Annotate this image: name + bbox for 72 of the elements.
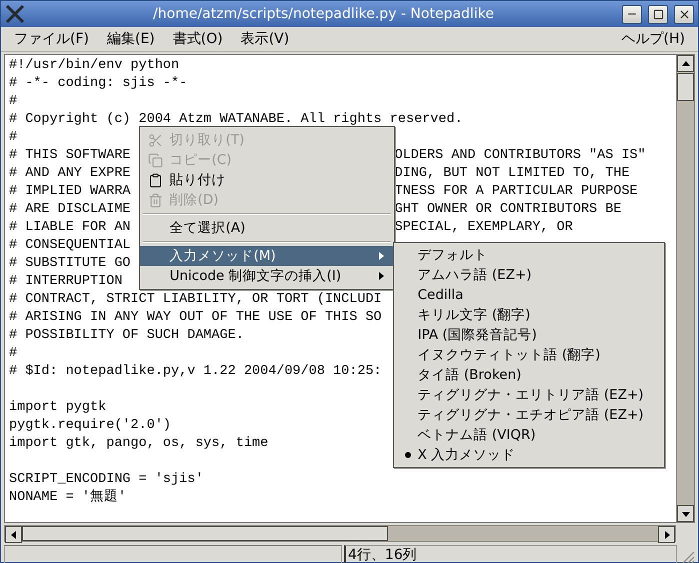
menu-item[interactable]: 書式(O)	[166, 28, 230, 50]
menu-item[interactable]: 編集(E)	[100, 28, 162, 50]
input-method-item[interactable]: ティグリグナ・エチオピア語 (EZ+)	[418, 406, 644, 424]
context-menu-item[interactable]: 全て選択(A)	[140, 218, 394, 238]
code-line: OLDERS AND CONTRIBUTORS "AS IS"	[394, 147, 646, 165]
code-line: SPECIAL, EXEMPLARY, OR	[394, 219, 573, 237]
input-method-item[interactable]: タイ語 (Broken)	[418, 366, 522, 384]
close-button[interactable]	[674, 4, 694, 24]
code-line: # POSSIBILITY OF SUCH DAMAGE.	[9, 327, 244, 345]
menu-item[interactable]: 表示(V)	[234, 28, 296, 50]
scissors-icon	[148, 132, 164, 148]
code-line: # AND ANY EXPRE	[9, 165, 132, 183]
text-editor[interactable]	[5, 55, 676, 522]
code-line: pygtk.require('2.0')	[9, 417, 172, 435]
code-line: # THIS SOFTWARE	[9, 147, 132, 165]
maximize-button[interactable]	[648, 4, 668, 24]
code-line: # SUBSTITUTE GO	[9, 255, 131, 273]
code-line: # ARISING IN ANY WAY OUT OF THE USE OF THIS SO	[9, 309, 382, 327]
code-line: # INTERRUPTION	[9, 273, 122, 291]
context-menu-item[interactable]: 入力メソッド(M)	[140, 246, 394, 266]
code-line: TNESS FOR A PARTICULAR PURPOSE	[394, 183, 638, 201]
menu-item[interactable]: ヘルプ(H)	[614, 28, 692, 50]
cursor-position: 4行、16列	[344, 545, 677, 563]
x-logo-icon	[5, 4, 25, 24]
code-line: DING, BUT NOT LIMITED TO, THE	[394, 165, 630, 183]
trash-icon	[148, 192, 164, 208]
context-menu-item[interactable]: Unicode 制御文字の挿入(I)	[140, 266, 394, 286]
close-icon	[678, 8, 690, 20]
code-line: # CONTRACT, STRICT LIABILITY, OR TORT (INCLUDI	[9, 291, 382, 309]
context-menu-item[interactable]: 貼り付け	[140, 170, 394, 190]
horizontal-scrollbar[interactable]	[4, 525, 676, 542]
vertical-scrollbar[interactable]	[676, 55, 694, 522]
code-line: # $Id: notepadlike.py,v 1.22 2004/09/08 10:25:	[9, 363, 382, 381]
code-line: # IMPLIED WARRA	[9, 183, 132, 201]
code-line: GHT OWNER OR CONTRIBUTORS BE	[394, 201, 622, 219]
code-line: # LIABLE FOR AN	[9, 219, 132, 237]
code-line: NONAME = '無題'	[9, 489, 126, 507]
code-line: # ARE DISCLAIME	[9, 201, 132, 219]
code-line: #	[9, 93, 18, 111]
code-line: SCRIPT_ENCODING = 'sjis'	[9, 471, 204, 489]
input-method-item[interactable]: デフォルト	[418, 246, 488, 264]
input-method-item[interactable]: ティグリグナ・エリトリア語 (EZ+)	[418, 386, 644, 404]
code-line: # Copyright (c) 2004 Atzm WATANABE. All rights reserved.	[9, 111, 463, 129]
minimize-button[interactable]	[622, 4, 642, 24]
code-line: import gtk, pango, os, sys, time	[9, 435, 268, 453]
maximize-icon	[652, 8, 664, 20]
input-method-item[interactable]: アムハラ語 (EZ+)	[418, 266, 532, 284]
input-method-item[interactable]: Cedilla	[418, 286, 464, 304]
clipboard-icon	[148, 172, 164, 188]
left-arrow-icon	[8, 530, 18, 540]
input-method-item[interactable]: ベトナム語 (VIQR)	[418, 426, 536, 444]
code-line: #	[9, 129, 18, 147]
code-line: # CONSEQUENTIAL	[9, 237, 131, 255]
copy-icon	[148, 152, 164, 168]
input-method-item[interactable]: IPA (国際発音記号)	[418, 326, 537, 344]
scroll-down-button[interactable]	[677, 505, 694, 522]
up-arrow-icon	[680, 58, 690, 68]
scrollbar-thumb[interactable]	[677, 73, 694, 101]
input-method-item[interactable]: キリル文字 (翻字)	[418, 306, 530, 324]
window-title: /home/atzm/scripts/notepadlike.py - Notepadlike	[152, 6, 495, 22]
code-line: #	[9, 345, 18, 363]
code-line: # -*- coding: sjis -*-	[9, 75, 188, 93]
code-line: #!/usr/bin/env python	[9, 57, 180, 75]
menu-item[interactable]: ファイル(F)	[7, 28, 96, 50]
radio-dot-icon	[404, 452, 411, 458]
scroll-right-button[interactable]	[658, 526, 675, 543]
scroll-up-button[interactable]	[677, 55, 694, 72]
scrollbar-thumb[interactable]	[22, 526, 388, 541]
code-line: import pygtk	[9, 399, 106, 417]
input-method-item[interactable]: イヌクウティトット語 (翻字)	[418, 346, 600, 364]
input-method-item[interactable]: X 入力メソッド	[418, 446, 516, 464]
scroll-left-button[interactable]	[5, 526, 22, 543]
